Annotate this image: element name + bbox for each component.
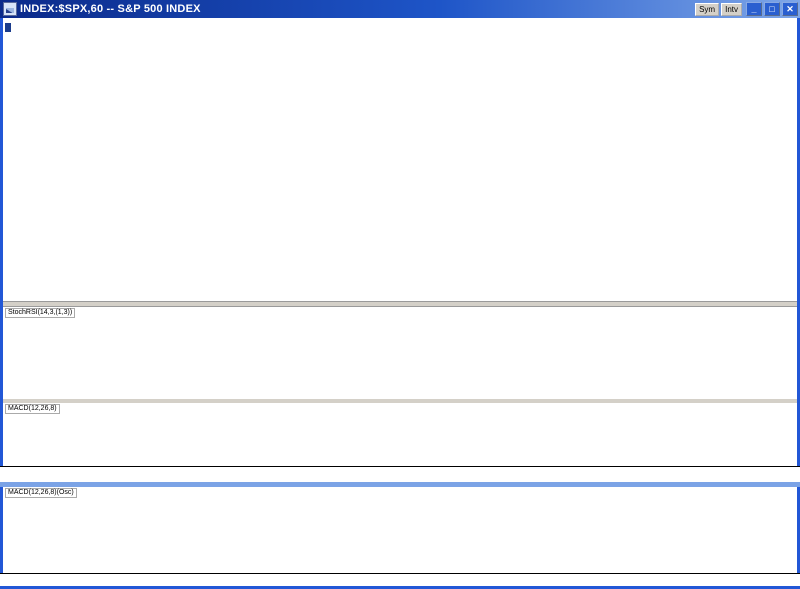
stochrsi-panel[interactable] [3,307,797,399]
quote-strip [5,23,12,32]
macd-osc-label: MACD(12,26,8)(Osc) [5,488,77,498]
app-icon [3,2,17,16]
titlebar[interactable]: INDEX:$SPX,60 -- S&P 500 INDEX Sym Intv … [0,0,800,18]
maximize-button[interactable]: □ [764,2,780,16]
quote-strip-icon [5,23,11,32]
app-window: INDEX:$SPX,60 -- S&P 500 INDEX Sym Intv … [0,0,800,589]
price-chart-panel[interactable] [3,18,797,301]
window-title: INDEX:$SPX,60 -- S&P 500 INDEX [20,3,695,15]
minimize-button[interactable]: _ [746,2,762,16]
macd-label: MACD(12,26,8) [5,404,60,414]
macd-osc-panel[interactable] [3,487,797,573]
intv-button[interactable]: Intv [721,3,742,16]
stochrsi-label: StochRSI(14,3,(1,3)) [5,308,75,318]
close-button[interactable]: ✕ [782,2,798,16]
date-axis-upper [0,466,800,482]
sym-button[interactable]: Sym [695,3,719,16]
date-axis-lower [0,573,800,586]
macd-panel[interactable] [3,403,797,466]
